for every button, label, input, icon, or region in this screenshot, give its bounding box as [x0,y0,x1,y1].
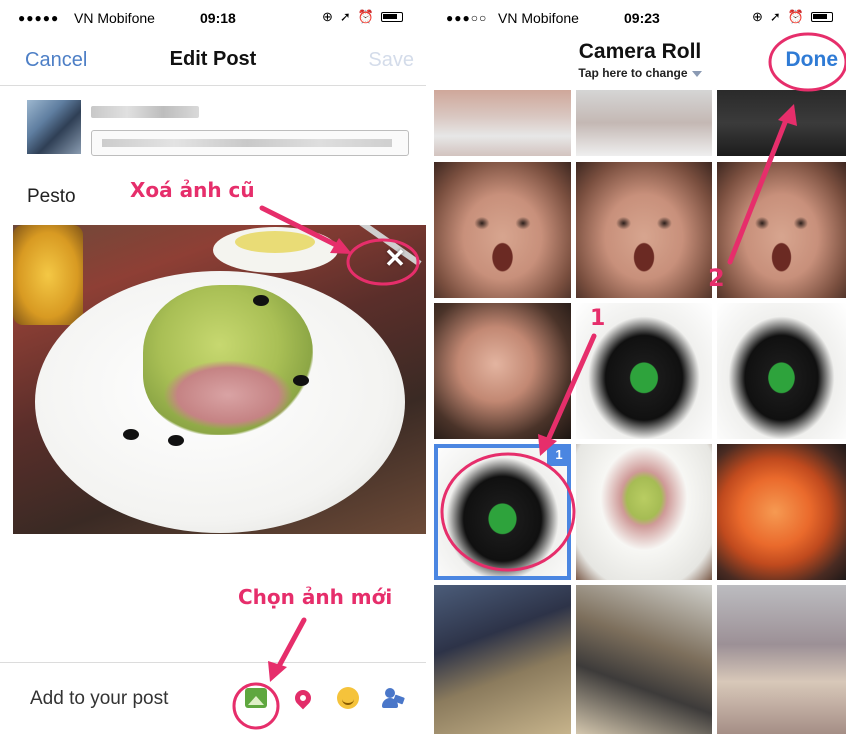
nav-bar: Cancel Edit Post Save [0,38,426,86]
annotation-step-2: 2 [708,264,725,292]
signal-strength: ●●●●● [18,11,60,25]
ham-slices [163,360,293,430]
alarm-icon: ⏰ [357,9,374,24]
photo-thumbnail[interactable] [434,303,571,439]
save-button[interactable]: Save [368,49,414,72]
photo-thumbnail[interactable] [434,162,571,298]
lock-rotation-icon: ⊕ [752,9,763,24]
battery-icon [811,12,833,22]
tag-people-icon[interactable] [380,685,406,711]
annotation-step-1: 1 [590,306,606,331]
audience-selector[interactable] [91,130,409,156]
status-icons: ⊕ ➚ ⏰ [752,9,833,25]
page-title: Edit Post [169,48,257,70]
done-button[interactable]: Done [786,48,839,72]
lock-rotation-icon: ⊕ [322,9,333,24]
status-time: 09:18 [200,10,236,26]
photo-thumbnail[interactable] [576,90,712,156]
change-album-hint[interactable]: Tap here to change [434,66,846,80]
status-bar: ●●●○○ VN Mobifone 09:23 ⊕ ➚ ⏰ [434,0,846,38]
camera-roll-screen: ●●●○○ VN Mobifone 09:23 ⊕ ➚ ⏰ Camera Rol… [434,0,846,734]
photo-thumbnail[interactable] [434,90,571,156]
photo-thumbnail[interactable] [576,585,712,734]
author-name-blurred [91,106,199,118]
location-pin-icon[interactable] [290,685,316,711]
olive [123,429,139,440]
photo-thumbnail[interactable] [717,90,846,156]
olive [293,375,309,386]
photo-thumbnail[interactable] [717,585,846,734]
location-arrow-icon: ➚ [769,9,781,24]
beer-mug [13,225,83,325]
feeling-smiley-icon[interactable] [335,685,361,711]
photo-thumbnail[interactable] [434,585,571,734]
carrier-name: VN Mobifone [74,10,155,26]
photo-thumbnail[interactable] [576,444,712,580]
annotation-choose-new: Chọn ảnh mới [238,585,393,609]
annotation-remove-old: Xoá ảnh cũ [130,178,255,202]
chevron-down-icon [691,70,702,77]
battery-icon [381,12,403,22]
post-author [27,100,409,156]
photo-thumbnail[interactable] [717,162,846,298]
status-bar: ●●●●● VN Mobifone 09:18 ⊕ ➚ ⏰ [0,0,426,38]
soup [235,231,315,253]
photo-thumbnail[interactable] [717,303,846,439]
add-to-post-label: Add to your post [30,688,169,709]
album-title[interactable]: Camera Roll [434,40,846,64]
photo-grid: 1 [434,90,846,734]
signal-strength: ●●●○○ [446,11,488,25]
photo-icon[interactable] [243,685,269,711]
status-time: 09:23 [624,10,660,26]
comparison-screenshot: ●●●●● VN Mobifone 09:18 ⊕ ➚ ⏰ Cancel Edi… [0,0,846,734]
post-text[interactable]: Pesto [27,186,76,208]
edit-post-screen: ●●●●● VN Mobifone 09:18 ⊕ ➚ ⏰ Cancel Edi… [0,0,426,734]
location-arrow-icon: ➚ [339,9,351,24]
remove-photo-close-icon[interactable]: ✕ [382,245,408,271]
olive [168,435,184,446]
carrier-name: VN Mobifone [498,10,579,26]
photo-thumbnail[interactable] [576,162,712,298]
status-icons: ⊕ ➚ ⏰ [322,9,403,25]
photo-thumbnail-selected[interactable]: 1 [434,444,571,580]
olive [253,295,269,306]
photo-thumbnail[interactable] [717,444,846,580]
attached-photo [13,225,426,534]
alarm-icon: ⏰ [787,9,804,24]
selection-count-badge: 1 [547,444,571,466]
add-to-post-bar: Add to your post [0,662,426,734]
change-album-label: Tap here to change [578,66,688,80]
avatar [27,100,81,154]
